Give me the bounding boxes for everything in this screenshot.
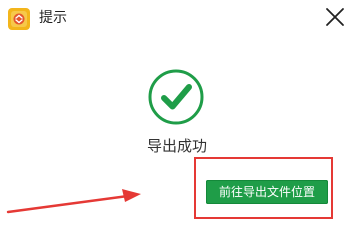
app-logo-icon [8,8,30,30]
dialog-title: 提示 [39,10,67,26]
status-message: 导出成功 [146,137,207,155]
export-success-dialog: 提示 导出成功 前往导出文件位置 [0,0,354,234]
open-export-location-button[interactable]: 前往导出文件位置 [206,180,328,204]
check-circle-icon [148,69,204,125]
titlebar: 提示 [0,0,354,36]
close-icon[interactable] [324,6,346,28]
